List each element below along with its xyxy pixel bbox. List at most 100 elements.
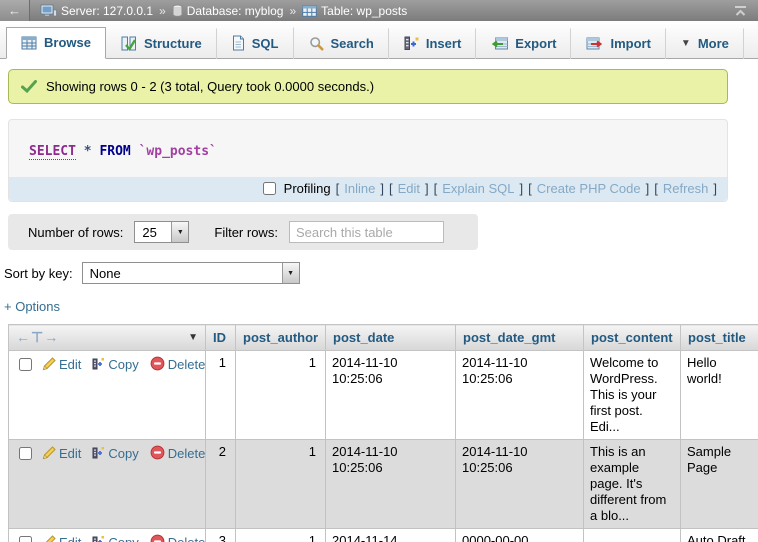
status-message: Showing rows 0 - 2 (3 total, Query took … bbox=[8, 69, 728, 104]
cell-post-content: Welcome to WordPress. This is your first… bbox=[584, 351, 681, 440]
back-arrow-icon[interactable]: ← bbox=[0, 0, 30, 21]
row-checkbox[interactable] bbox=[19, 358, 32, 371]
filter-rows-input[interactable] bbox=[289, 221, 444, 243]
tab-more[interactable]: ▼ More bbox=[666, 28, 744, 59]
bracket: [ bbox=[336, 181, 340, 196]
cell-post-content bbox=[584, 529, 681, 542]
cell-post-date-gmt: 2014-11-10 10:25:06 bbox=[456, 351, 584, 440]
collapse-icon[interactable] bbox=[733, 5, 748, 17]
pencil-icon bbox=[42, 357, 56, 371]
chevron-down-icon: ▼ bbox=[171, 222, 188, 242]
breadcrumb-table[interactable]: Table: wp_posts bbox=[302, 4, 407, 18]
tab-structure[interactable]: Structure bbox=[106, 28, 217, 59]
edit-row-link[interactable]: Edit bbox=[59, 535, 81, 542]
column-header-id[interactable]: ID bbox=[206, 325, 236, 351]
tab-browse[interactable]: Browse bbox=[6, 27, 106, 59]
table-icon bbox=[302, 5, 317, 17]
profiling-label: Profiling bbox=[284, 181, 331, 196]
copy-row-link[interactable]: Copy bbox=[108, 446, 138, 461]
transpose-toggle[interactable]: ←⊤→ bbox=[16, 329, 59, 346]
query-footer-bar: Profiling [ Inline ] [ Edit ] [ Explain … bbox=[9, 177, 727, 201]
tab-label: Insert bbox=[426, 36, 461, 51]
tab-label: Structure bbox=[144, 36, 202, 51]
breadcrumb-separator: » bbox=[288, 4, 297, 18]
delete-row-link[interactable]: Delete bbox=[168, 357, 206, 372]
table-row: EditCopyDelete 1 1 2014-11-10 10:25:06 2… bbox=[9, 351, 758, 440]
breadcrumb-bar: ← Server: 127.0.0.1 » Database: myblog »… bbox=[0, 0, 758, 21]
delete-icon bbox=[150, 445, 165, 460]
import-icon bbox=[586, 37, 603, 51]
breadcrumb-database[interactable]: Database: myblog bbox=[172, 4, 284, 18]
edit-row-link[interactable]: Edit bbox=[59, 357, 81, 372]
refresh-link[interactable]: Refresh bbox=[663, 181, 709, 196]
structure-icon bbox=[121, 36, 137, 51]
create-php-code-link[interactable]: Create PHP Code bbox=[537, 181, 641, 196]
cell-post-title: Auto Draft bbox=[681, 529, 758, 542]
column-header-post-author[interactable]: post_author bbox=[236, 325, 326, 351]
bracket: ] bbox=[520, 181, 524, 196]
tab-import[interactable]: Import bbox=[571, 28, 665, 59]
cell-post-date: 2014-11-10 10:25:06 bbox=[326, 440, 456, 529]
row-actions: Edit Copy Delete bbox=[9, 351, 206, 440]
edit-query-link[interactable]: Edit bbox=[398, 181, 420, 196]
column-header-post-title[interactable]: post_title bbox=[681, 325, 758, 351]
delete-row-link[interactable]: Delete bbox=[168, 535, 206, 542]
delete-row-link[interactable]: Delete bbox=[168, 446, 206, 461]
bracket: [ bbox=[654, 181, 658, 196]
tab-label: Search bbox=[331, 36, 374, 51]
copy-row-link[interactable]: Copy bbox=[108, 535, 138, 542]
search-icon bbox=[309, 36, 324, 51]
cell-post-content: This is an example page. It's different … bbox=[584, 440, 681, 529]
cell-post-author: 1 bbox=[236, 351, 326, 440]
sql-keyword-from: FROM bbox=[99, 144, 130, 159]
bracket: ] bbox=[380, 181, 384, 196]
tab-label: More bbox=[698, 36, 729, 51]
cell-post-date-gmt: 0000-00-00 00:00:00 bbox=[456, 529, 584, 542]
row-checkbox[interactable] bbox=[19, 447, 32, 460]
breadcrumb-server-label: Server: 127.0.0.1 bbox=[61, 4, 153, 18]
breadcrumb-separator: » bbox=[158, 4, 167, 18]
sql-keyword-select: SELECT bbox=[29, 144, 76, 160]
database-icon bbox=[172, 4, 183, 18]
cell-post-date: 2014-11-14 06:33:38 bbox=[326, 529, 456, 542]
insert-icon bbox=[404, 36, 419, 51]
table-row: EditCopyDelete 2 1 2014-11-10 10:25:06 2… bbox=[9, 440, 758, 529]
tab-export[interactable]: Export bbox=[476, 28, 571, 59]
column-header-post-date[interactable]: post_date bbox=[326, 325, 456, 351]
breadcrumb-database-label: Database: myblog bbox=[187, 4, 284, 18]
delete-icon bbox=[150, 534, 165, 542]
copy-row-link[interactable]: Copy bbox=[108, 357, 138, 372]
cell-id: 2 bbox=[206, 440, 236, 529]
bracket: ] bbox=[646, 181, 650, 196]
bracket: [ bbox=[434, 181, 438, 196]
sort-by-key-select[interactable]: None ▼ bbox=[82, 262, 300, 284]
delete-icon bbox=[150, 356, 165, 371]
breadcrumb-server[interactable]: Server: 127.0.0.1 bbox=[40, 4, 153, 18]
options-toggle-link[interactable]: + Options bbox=[4, 299, 758, 314]
row-actions: Edit Copy Delete bbox=[9, 440, 206, 529]
cell-post-date-gmt: 2014-11-10 10:25:06 bbox=[456, 440, 584, 529]
profiling-checkbox[interactable] bbox=[263, 182, 276, 195]
server-icon bbox=[40, 4, 57, 17]
inline-link[interactable]: Inline bbox=[344, 181, 375, 196]
explain-sql-link[interactable]: Explain SQL bbox=[442, 181, 514, 196]
chevron-down-icon: ▼ bbox=[282, 263, 299, 283]
tab-search[interactable]: Search bbox=[294, 28, 389, 59]
tab-insert[interactable]: Insert bbox=[389, 28, 476, 59]
row-checkbox[interactable] bbox=[19, 536, 32, 542]
copy-icon bbox=[92, 535, 105, 542]
query-box: SELECT * FROM `wp_posts` Profiling [ Inl… bbox=[8, 119, 728, 202]
cell-post-date: 2014-11-10 10:25:06 bbox=[326, 351, 456, 440]
edit-row-link[interactable]: Edit bbox=[59, 446, 81, 461]
browse-icon bbox=[21, 36, 37, 50]
sql-icon bbox=[232, 35, 245, 51]
sort-descending-icon[interactable]: ▼ bbox=[188, 332, 198, 343]
tab-sql[interactable]: SQL bbox=[217, 27, 294, 59]
column-header-post-date-gmt[interactable]: post_date_gmt bbox=[456, 325, 584, 351]
sql-table-identifier: `wp_posts` bbox=[139, 144, 217, 159]
number-of-rows-select[interactable]: 25 ▼ bbox=[134, 221, 189, 243]
export-icon bbox=[491, 37, 508, 51]
column-header-post-content[interactable]: post_content bbox=[584, 325, 681, 351]
bracket: ] bbox=[425, 181, 429, 196]
tab-label: Export bbox=[515, 36, 556, 51]
